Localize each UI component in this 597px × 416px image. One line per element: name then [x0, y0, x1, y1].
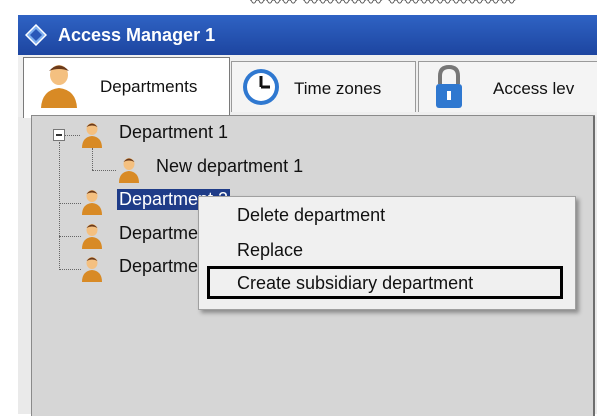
tab-time-zones-label: Time zones [294, 79, 382, 98]
tree-connector [59, 203, 81, 204]
menu-item-delete-department[interactable]: Delete department [237, 205, 385, 226]
person-icon [80, 222, 104, 255]
person-icon [80, 121, 104, 154]
person-icon [80, 255, 104, 288]
window-title: Access Manager 1 [58, 25, 216, 45]
person-icon [80, 188, 104, 221]
tree-item-department-3[interactable]: Departme [119, 223, 198, 244]
menu-item-replace[interactable]: Replace [237, 240, 303, 261]
panel-edge [593, 116, 595, 416]
tree-connector [59, 142, 60, 270]
app-diamond-icon [24, 23, 48, 51]
tree-connector [64, 135, 80, 136]
tree-item-department-4[interactable]: Departme [119, 256, 198, 277]
tree-item-new-department-1[interactable]: New department 1 [156, 156, 303, 177]
person-icon [38, 62, 80, 115]
cropped-top-text: 〰〰〰 〰〰〰〰〰 〰〰〰〰〰〰〰〰 [0, 0, 597, 10]
tab-time-zones[interactable]: Time zones [231, 61, 416, 112]
tab-bar: Departments Time zones Access lev [18, 55, 597, 118]
clock-icon [241, 67, 281, 112]
title-bar: Access Manager 1 [18, 15, 597, 55]
tree-item-department-1[interactable]: Department 1 [119, 122, 228, 143]
context-menu: Delete department Replace Create subsidi… [198, 196, 576, 310]
person-icon [117, 156, 141, 189]
tree-connector [59, 236, 81, 237]
menu-item-create-subsidiary-department[interactable]: Create subsidiary department [237, 273, 473, 294]
tab-access-levels[interactable]: Access lev [418, 61, 597, 112]
tab-departments[interactable]: Departments [23, 57, 230, 118]
padlock-icon [433, 64, 465, 115]
tab-access-levels-label: Access lev [493, 79, 575, 98]
tab-departments-label: Departments [100, 77, 198, 96]
collapse-toggle-icon[interactable] [53, 129, 65, 141]
tree-connector [92, 170, 116, 171]
tree-connector [59, 269, 81, 270]
